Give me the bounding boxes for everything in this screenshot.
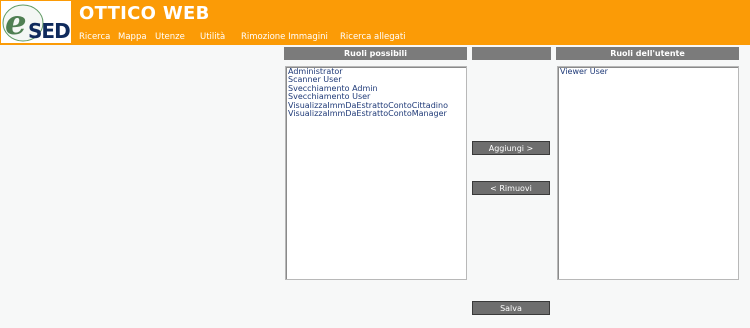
user-roles-header: Ruoli dell'utente <box>556 47 739 60</box>
svg-text:SED: SED <box>28 19 70 43</box>
nav-rimozione-immagini[interactable]: Rimozione Immagini <box>241 32 328 42</box>
actions-header <box>472 47 551 60</box>
user-role-item[interactable]: Viewer User <box>558 67 738 76</box>
available-role-item[interactable]: VisualizzaImmDaEstrattoContoManager <box>286 109 466 118</box>
save-button[interactable]: Salva <box>472 301 550 315</box>
user-roles-list[interactable]: Viewer User <box>557 66 739 280</box>
esed-logo-icon: e SED <box>2 3 71 43</box>
app-header: e SED OTTICO WEB Ricerca Mappa Utenze Ut… <box>0 0 750 45</box>
nav-utenze[interactable]: Utenze <box>155 32 185 42</box>
nav-mappa[interactable]: Mappa <box>118 32 147 42</box>
available-roles-list[interactable]: Administrator Scanner User Svecchiamento… <box>285 66 467 280</box>
add-role-button[interactable]: Aggiungi > <box>472 141 550 155</box>
nav-ricerca-allegati[interactable]: Ricerca allegati <box>340 32 406 42</box>
app-title: OTTICO WEB <box>79 3 210 24</box>
svg-text:e: e <box>5 3 27 43</box>
nav-utilita[interactable]: Utilità <box>200 32 225 42</box>
nav-ricerca[interactable]: Ricerca <box>79 32 110 42</box>
esed-logo: e SED <box>1 1 71 43</box>
available-roles-header: Ruoli possibili <box>284 47 467 60</box>
remove-role-button[interactable]: < Rimuovi <box>472 181 550 195</box>
